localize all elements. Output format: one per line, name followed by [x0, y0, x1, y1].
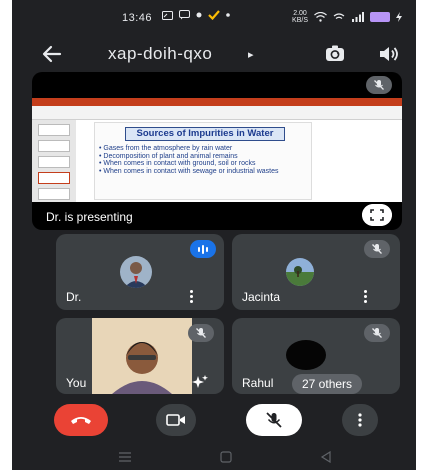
status-notification-icons — [162, 10, 230, 20]
more-vert-icon[interactable] — [184, 288, 198, 304]
mute-badge — [364, 324, 390, 342]
shared-screen: Sources of Impurities in Water Gases fro… — [32, 98, 402, 202]
avatar — [286, 258, 314, 286]
current-slide: Sources of Impurities in Water Gases fro… — [94, 122, 312, 200]
speaker-icon[interactable] — [378, 44, 400, 64]
network-speed-unit: KB/S — [292, 17, 308, 24]
mic-off-icon — [372, 328, 382, 338]
status-time: 13:46 — [122, 12, 153, 24]
participant-name: Rahul — [242, 376, 274, 390]
mic-off-icon — [374, 80, 384, 90]
network-speed-value: 2.00 — [293, 10, 307, 17]
effects-icon[interactable] — [190, 374, 210, 390]
slide-bullet: When comes in contact with ground, soil … — [99, 160, 309, 168]
slide-bullet: When comes in contact with sewage or ind… — [99, 168, 309, 176]
slide-title: Sources of Impurities in Water — [125, 127, 285, 141]
slide-thumbnail — [38, 172, 70, 184]
participant-tile-rahul[interactable]: Rahul 27 others — [232, 318, 400, 394]
participant-tile-dr[interactable]: Dr. — [56, 234, 224, 310]
mute-badge — [364, 240, 390, 258]
mute-badge — [188, 324, 214, 342]
end-call-icon — [71, 417, 91, 424]
cast-notification-icon — [162, 10, 173, 20]
menu-nav-icon[interactable] — [118, 452, 132, 462]
back-nav-icon[interactable] — [320, 451, 332, 463]
signal-lte-icon — [333, 13, 345, 19]
meeting-details-caret-icon[interactable]: ▸ — [248, 48, 254, 61]
slide-thumbnail — [38, 140, 70, 152]
slide-thumbnail — [38, 156, 70, 168]
speaking-indicator-icon — [190, 240, 216, 258]
slide-bullet: Gases from the atmosphere by rain water — [99, 145, 309, 153]
self-video-feed — [92, 318, 192, 394]
network-speed: 2.00 KB/S — [292, 10, 308, 24]
participant-tile-jacinta[interactable]: Jacinta — [232, 234, 400, 310]
wifi-icon — [314, 12, 327, 22]
powerpoint-ribbon — [32, 106, 402, 120]
check-notification-icon — [208, 10, 220, 20]
more-options-button[interactable] — [342, 404, 378, 436]
mic-toggle-button[interactable] — [246, 404, 302, 436]
camera-toggle-button[interactable] — [156, 404, 196, 436]
presenter-mute-badge — [366, 76, 392, 94]
mic-off-icon — [266, 412, 282, 428]
arrow-left-icon[interactable] — [40, 42, 64, 66]
status-system-icons: 2.00 KB/S — [292, 10, 402, 24]
slide-thumbnail — [38, 124, 70, 136]
home-nav-icon[interactable] — [220, 451, 232, 463]
message-notification-icon — [179, 10, 190, 20]
participant-name: You — [66, 376, 87, 390]
others-count-chip[interactable]: 27 others — [292, 374, 363, 394]
signal-bars-icon — [352, 12, 364, 22]
fullscreen-icon[interactable] — [362, 204, 392, 226]
charging-icon — [396, 12, 402, 22]
avatar — [120, 256, 152, 288]
camera-icon — [166, 414, 185, 426]
battery-icon — [370, 12, 390, 22]
switch-camera-icon[interactable] — [324, 44, 346, 64]
slide-thumbnail — [38, 188, 70, 200]
participant-name: Dr. — [66, 290, 82, 304]
slide-bullets: Gases from the atmosphere by rain water … — [99, 145, 309, 175]
android-nav-bar — [12, 446, 416, 470]
slide-thumbnails — [32, 120, 76, 202]
meet-screen: 13:46 2.00 KB/S xap-doih-qxo ▸ Sources o… — [12, 0, 416, 470]
slide-bullet: Decomposition of plant and animal remain… — [99, 153, 309, 161]
avatar — [286, 340, 326, 370]
mic-off-icon — [372, 244, 382, 254]
mic-off-icon — [196, 328, 206, 338]
presenting-label: Dr. is presenting — [46, 210, 133, 224]
dot-small-icon — [226, 13, 230, 17]
presentation-tile[interactable]: Sources of Impurities in Water Gases fro… — [32, 72, 402, 230]
call-controls — [12, 398, 416, 442]
meeting-code[interactable]: xap-doih-qxo — [108, 44, 212, 64]
powerpoint-title-bar — [32, 98, 402, 106]
participant-name: Jacinta — [242, 290, 281, 304]
meeting-header: xap-doih-qxo ▸ — [12, 36, 416, 72]
dot-notification-icon — [196, 12, 202, 18]
status-bar: 13:46 2.00 KB/S — [12, 0, 416, 34]
end-call-button[interactable] — [54, 404, 108, 436]
more-vert-icon — [358, 413, 362, 427]
more-vert-icon[interactable] — [358, 288, 372, 304]
participant-tile-you[interactable]: You — [56, 318, 224, 394]
